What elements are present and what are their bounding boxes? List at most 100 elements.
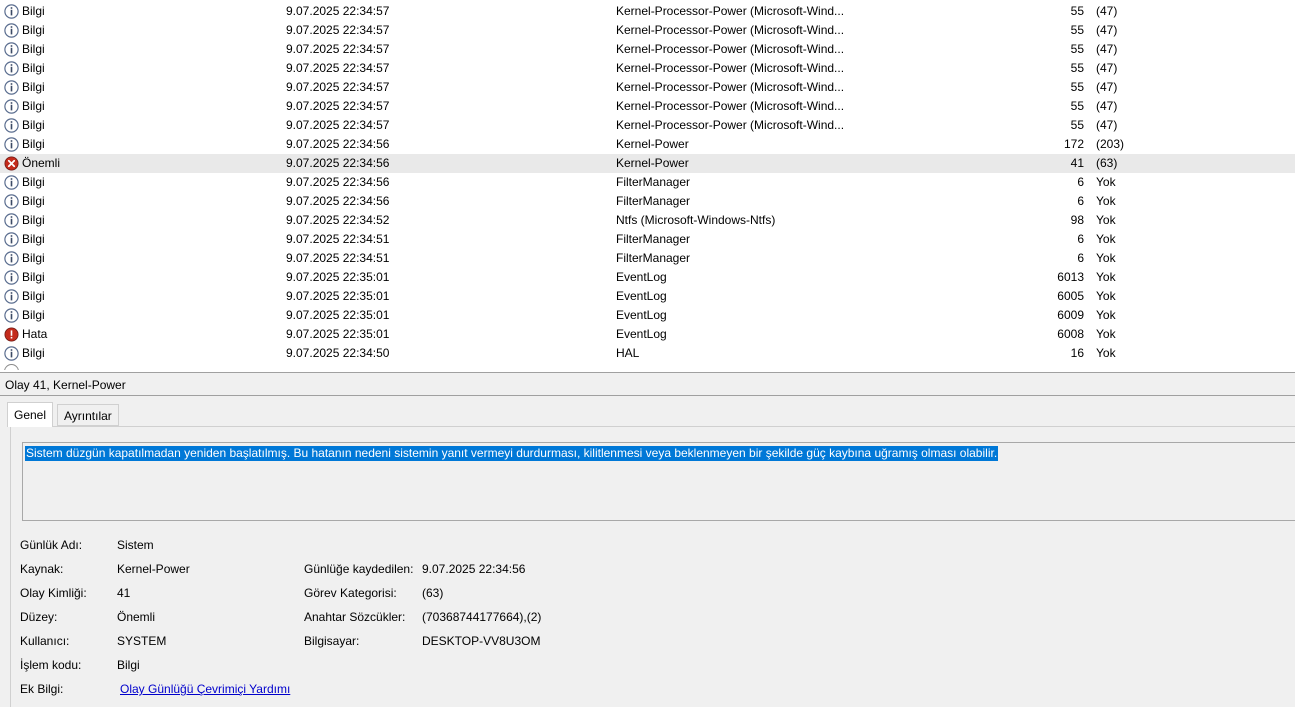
- date-cell: 9.07.2025 22:34:52: [286, 213, 390, 227]
- level-value: Önemli: [117, 610, 156, 624]
- level-cell: Bilgi: [22, 175, 45, 189]
- date-cell: 9.07.2025 22:34:56: [286, 156, 390, 170]
- table-row[interactable]: Bilgi 9.07.2025 22:34:57 Kernel-Processor-…: [0, 116, 1295, 135]
- task-category-cell: (63): [1096, 156, 1118, 170]
- tab-general[interactable]: Genel: [7, 402, 54, 427]
- info-icon: [4, 346, 19, 361]
- table-row[interactable]: Bilgi 9.07.2025 22:35:01 EventLog 6013 Yok: [0, 268, 1295, 287]
- table-row[interactable]: Bilgi 9.07.2025 22:34:51 FilterManager 6 Yok: [0, 230, 1295, 249]
- event-id-cell: 41: [1070, 156, 1084, 170]
- task-category-cell: (47): [1096, 4, 1118, 18]
- table-row[interactable]: Bilgi 9.07.2025 22:34:51 FilterManager 6 Yok: [0, 249, 1295, 268]
- critical-icon: [4, 156, 19, 171]
- event-id-cell: 16: [1070, 346, 1084, 360]
- table-row[interactable]: Bilgi 9.07.2025 22:35:01 EventLog 6005 Yok: [0, 287, 1295, 306]
- info-icon: [4, 194, 19, 209]
- event-id-cell: 55: [1070, 42, 1084, 56]
- table-row[interactable]: Bilgi 9.07.2025 22:34:52 Ntfs (Microsoft-W…: [0, 211, 1295, 230]
- source-cell: EventLog: [616, 308, 667, 322]
- source-cell: Kernel-Processor-Power (Microsoft-Wind..…: [616, 42, 845, 56]
- date-cell: 9.07.2025 22:34:57: [286, 23, 390, 37]
- table-row[interactable]: Bilgi 9.07.2025 22:34:57 Kernel-Processor-…: [0, 21, 1295, 40]
- level-cell: Bilgi: [22, 137, 45, 151]
- table-row[interactable]: Hata 9.07.2025 22:35:01 EventLog 6008 Yok: [0, 325, 1295, 344]
- task-category-cell: (47): [1096, 61, 1118, 75]
- level-cell: Önemli: [22, 156, 61, 170]
- source-cell: Kernel-Processor-Power (Microsoft-Wind..…: [616, 99, 845, 113]
- info-icon: [4, 118, 19, 133]
- level-cell: Bilgi: [22, 308, 45, 322]
- level-cell: Bilgi: [22, 346, 45, 360]
- logged-label: Günlüğe kaydedilen:: [304, 562, 414, 576]
- event-list[interactable]: Bilgi 9.07.2025 22:34:57 Kernel-Processor-…: [0, 0, 1295, 370]
- info-icon: [4, 99, 19, 114]
- date-cell: 9.07.2025 22:34:56: [286, 194, 390, 208]
- event-id-cell: 55: [1070, 99, 1084, 113]
- source-cell: Kernel-Processor-Power (Microsoft-Wind..…: [616, 4, 845, 18]
- source-cell: Kernel-Processor-Power (Microsoft-Wind..…: [616, 118, 845, 132]
- event-details-panel: Olay 41, Kernel-Power Genel Ayrıntılar: [0, 372, 1295, 707]
- table-row[interactable]: Bilgi 9.07.2025 22:34:57 Kernel-Processor-…: [0, 78, 1295, 97]
- event-id-cell: 55: [1070, 23, 1084, 37]
- date-cell: 9.07.2025 22:35:01: [286, 270, 390, 284]
- table-row[interactable]: Bilgi 9.07.2025 22:34:56 FilterManager 6 Yok: [0, 192, 1295, 211]
- source-cell: EventLog: [616, 270, 667, 284]
- level-cell: Bilgi: [22, 194, 45, 208]
- description-box[interactable]: Sistem düzgün kapatılmadan yeniden başla…: [22, 442, 1295, 521]
- level-cell: Hata: [22, 327, 48, 341]
- task-category-cell: (203): [1096, 137, 1125, 151]
- table-row[interactable]: Bilgi 9.07.2025 22:34:57 Kernel-Processor-…: [0, 97, 1295, 116]
- date-cell: 9.07.2025 22:34:51: [286, 232, 390, 246]
- table-row[interactable]: Bilgi 9.07.2025 22:35:01 EventLog 6009 Yok: [0, 306, 1295, 325]
- level-cell: Bilgi: [22, 80, 45, 94]
- table-row[interactable]: Bilgi 9.07.2025 22:34:50 HAL 16 Yok: [0, 344, 1295, 363]
- level-cell: Bilgi: [22, 289, 45, 303]
- task-category-cell: (47): [1096, 23, 1118, 37]
- computer-value: DESKTOP-VV8U3OM: [422, 634, 541, 648]
- tab-details[interactable]: Ayrıntılar: [57, 404, 119, 426]
- level-cell: Bilgi: [22, 61, 45, 75]
- date-cell: 9.07.2025 22:35:01: [286, 289, 390, 303]
- level-cell: Bilgi: [22, 270, 45, 284]
- source-cell: Ntfs (Microsoft-Windows-Ntfs): [616, 213, 776, 227]
- keywords-label: Anahtar Sözcükler:: [304, 610, 406, 624]
- info-icon: [4, 23, 19, 38]
- info-icon: [4, 213, 19, 228]
- level-cell: Bilgi: [22, 118, 45, 132]
- date-cell: 9.07.2025 22:34:57: [286, 42, 390, 56]
- source-cell: FilterManager: [616, 251, 691, 265]
- event-id-cell: 6013: [1057, 270, 1084, 284]
- logged-value: 9.07.2025 22:34:56: [422, 562, 526, 576]
- task-category-cell: (47): [1096, 99, 1118, 113]
- table-row-selected[interactable]: Önemli 9.07.2025 22:34:56 Kernel-Power 41 (6…: [0, 154, 1295, 173]
- log-name-label: Günlük Adı:: [20, 538, 83, 552]
- event-id-cell: 55: [1070, 118, 1084, 132]
- source-cell: Kernel-Power: [616, 137, 689, 151]
- description-text[interactable]: Sistem düzgün kapatılmadan yeniden başla…: [25, 446, 999, 461]
- table-row[interactable]: Bilgi 9.07.2025 22:34:57 Kernel-Processor-…: [0, 40, 1295, 59]
- task-category-value: (63): [422, 586, 444, 600]
- log-name-value: Sistem: [117, 538, 154, 552]
- source-cell: Kernel-Power: [616, 156, 689, 170]
- table-row[interactable]: Bilgi 9.07.2025 22:34:57 Kernel-Processor-…: [0, 59, 1295, 78]
- table-row[interactable]: Bilgi 9.07.2025 22:34:56 FilterManager 6 Yok: [0, 173, 1295, 192]
- opcode-label: İşlem kodu:: [20, 658, 82, 672]
- error-icon: [4, 327, 19, 342]
- user-label: Kullanıcı:: [20, 634, 70, 648]
- event-id-cell: 6005: [1057, 289, 1084, 303]
- event-id-cell: 6: [1077, 251, 1084, 265]
- source-cell: Kernel-Processor-Power (Microsoft-Wind..…: [616, 23, 845, 37]
- event-id-cell: 98: [1070, 213, 1084, 227]
- more-info-link[interactable]: Olay Günlüğü Çevrimiçi Yardımı: [120, 681, 290, 697]
- event-id-cell: 55: [1070, 80, 1084, 94]
- info-icon: [4, 175, 19, 190]
- date-cell: 9.07.2025 22:35:01: [286, 327, 390, 341]
- info-icon: [4, 61, 19, 76]
- computer-label: Bilgisayar:: [304, 634, 360, 648]
- table-row[interactable]: Bilgi 9.07.2025 22:34:57 Kernel-Processor-…: [0, 2, 1295, 21]
- date-cell: 9.07.2025 22:34:57: [286, 61, 390, 75]
- table-row[interactable]: Bilgi 9.07.2025 22:34:56 Kernel-Power 172 (2…: [0, 135, 1295, 154]
- date-cell: 9.07.2025 22:34:56: [286, 175, 390, 189]
- source-cell: FilterManager: [616, 175, 691, 189]
- task-category-cell: Yok: [1096, 194, 1116, 208]
